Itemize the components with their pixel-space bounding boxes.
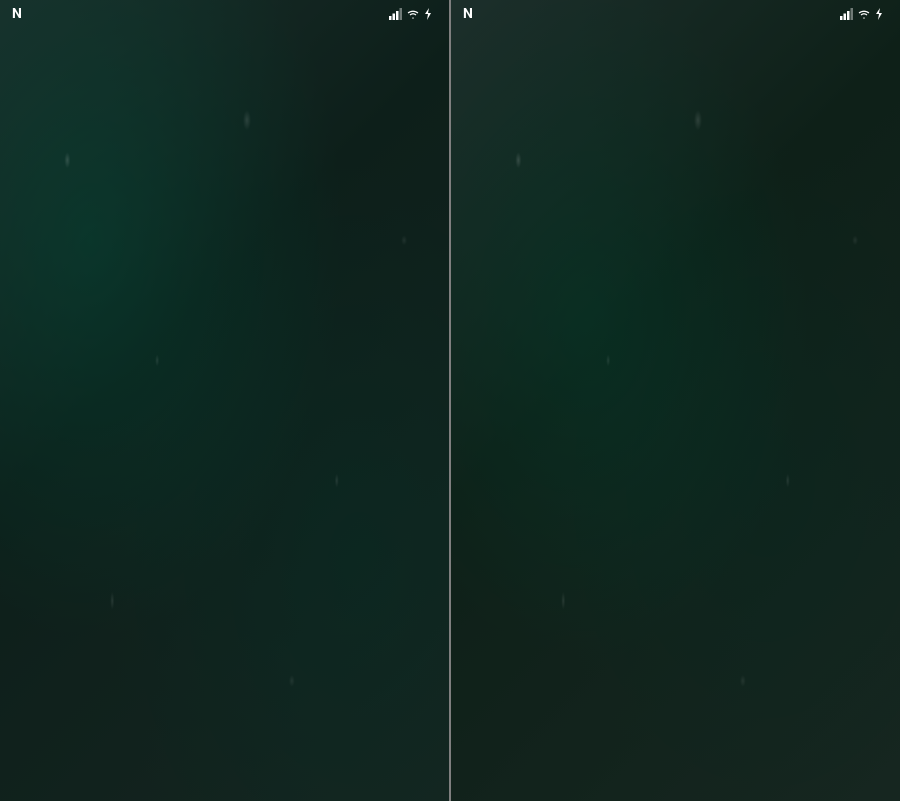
status-bar-left: N bbox=[0, 0, 449, 28]
notification-icon-right: N bbox=[463, 6, 473, 22]
signal-icon-right bbox=[840, 8, 854, 20]
apps-grid-left bbox=[0, 28, 449, 44]
status-right-right bbox=[840, 8, 888, 20]
wifi-icon-left bbox=[407, 9, 419, 19]
status-left-left: N bbox=[12, 6, 22, 22]
wifi-icon-right bbox=[858, 9, 870, 19]
apps-grid-right bbox=[451, 28, 900, 44]
charging-icon-left bbox=[423, 8, 433, 20]
charging-icon-right bbox=[874, 8, 884, 20]
screen-left: N bbox=[0, 0, 449, 801]
notification-icon-left: N bbox=[12, 6, 22, 22]
status-left-right: N bbox=[463, 6, 473, 22]
status-bar-right: N bbox=[451, 0, 900, 28]
screen-right: N bbox=[451, 0, 900, 801]
signal-icon-left bbox=[389, 8, 403, 20]
status-right-left bbox=[389, 8, 437, 20]
